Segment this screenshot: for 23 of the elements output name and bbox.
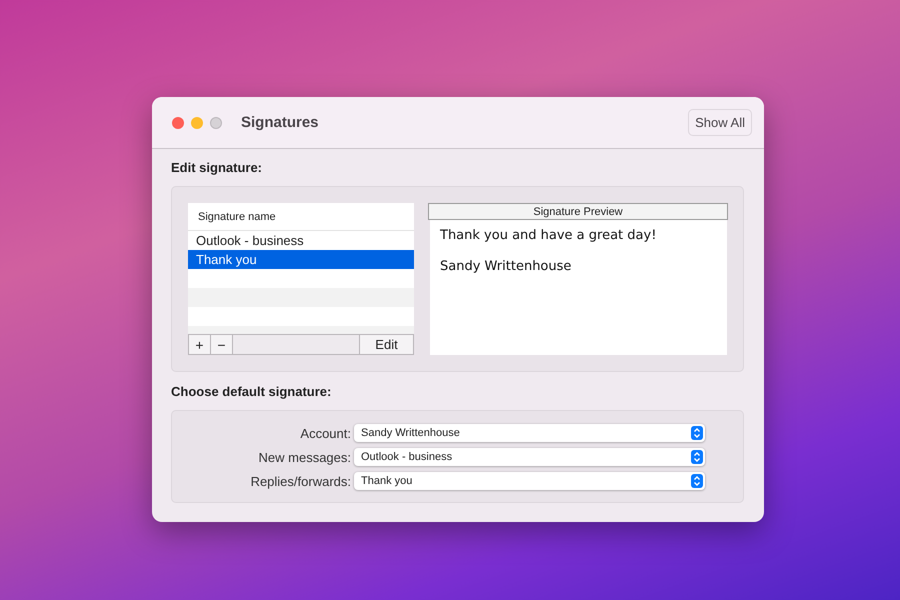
popup-menu[interactable]: Sandy Writtenhouse — [354, 424, 705, 442]
field-label: Replies/forwards: — [250, 474, 352, 488]
preview-text: Sandy Writtenhouse — [440, 259, 572, 274]
chevron-icon — [691, 450, 703, 464]
field-label: New messages: — [258, 450, 352, 464]
close-button[interactable] — [172, 116, 184, 128]
section-heading: Edit signature: — [171, 160, 264, 177]
edit-button[interactable]: Edit — [359, 335, 413, 354]
window-title: Signatures — [241, 114, 319, 131]
remove-button[interactable]: − — [211, 335, 233, 354]
list-item[interactable]: Thank you — [188, 250, 414, 269]
chevron-icon — [691, 474, 703, 488]
popup-menu[interactable]: Outlook - business — [354, 448, 705, 466]
column-header: Signature Preview — [428, 203, 728, 220]
zoom-button[interactable] — [210, 116, 222, 128]
popup-menu[interactable]: Thank you — [354, 472, 705, 490]
minimize-button[interactable] — [191, 116, 203, 128]
section-heading: Choose default signature: — [171, 384, 332, 401]
preview-text: Thank you and have a great day! — [440, 228, 658, 243]
chevron-icon — [691, 426, 703, 440]
add-button[interactable]: + — [189, 335, 211, 354]
show-all-button[interactable]: Show All — [688, 109, 752, 136]
field-label: Account: — [299, 426, 352, 440]
